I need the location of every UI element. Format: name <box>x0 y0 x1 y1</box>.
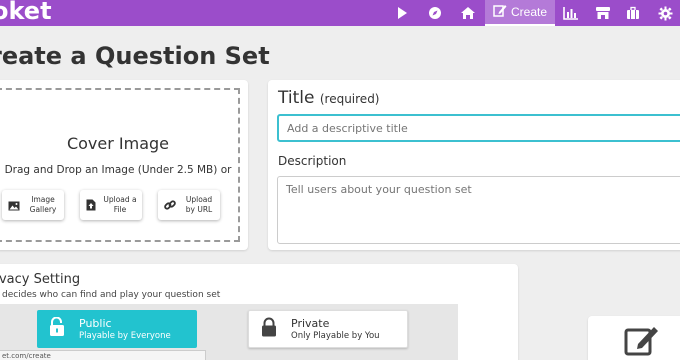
upload-file-label: Upload a File <box>103 195 137 214</box>
nav-create-tab[interactable]: Create <box>485 0 555 26</box>
image-icon <box>8 196 20 215</box>
edit-icon <box>624 324 660 360</box>
questions-card <box>588 316 680 360</box>
upload-file-button[interactable]: Upload a File <box>80 190 142 220</box>
play-icon[interactable] <box>391 0 413 26</box>
privacy-title: rivacy Setting <box>0 272 81 287</box>
status-bar-url: et.com/create <box>0 350 206 360</box>
unlock-icon <box>49 316 65 341</box>
gear-icon[interactable] <box>654 0 676 26</box>
privacy-public-option[interactable]: Public Playable by Everyone <box>37 310 197 348</box>
cover-image-card: Cover Image Drag and Drop an Image (Unde… <box>0 80 248 250</box>
image-gallery-button[interactable]: Image Gallery <box>2 190 64 220</box>
store-icon[interactable] <box>592 0 614 26</box>
cover-image-subtitle: Drag and Drop an Image (Under 2.5 MB) or <box>4 164 232 176</box>
privacy-public-subtitle: Playable by Everyone <box>79 330 171 341</box>
privacy-private-option[interactable]: Private Only Playable by You <box>248 310 408 348</box>
title-label: Title (required) <box>278 88 380 108</box>
privacy-setting-card: rivacy Setting is decides who can find a… <box>0 264 518 360</box>
privacy-public-title: Public <box>79 316 112 330</box>
cover-image-dropzone[interactable]: Cover Image Drag and Drop an Image (Unde… <box>0 88 240 242</box>
link-icon <box>164 196 176 215</box>
privacy-private-title: Private <box>291 316 330 330</box>
lock-icon <box>261 317 277 341</box>
title-label-text: Title <box>278 88 315 108</box>
top-nav-bar: oket Create <box>0 0 680 26</box>
title-required-text: (required) <box>319 92 380 106</box>
privacy-private-subtitle: Only Playable by You <box>291 330 380 341</box>
file-upload-icon <box>86 196 96 215</box>
title-input[interactable] <box>277 114 680 142</box>
logo[interactable]: oket <box>0 0 52 25</box>
upload-url-button[interactable]: Upload by URL <box>158 190 220 220</box>
image-gallery-label: Image Gallery <box>29 195 57 214</box>
edit-icon <box>493 4 507 20</box>
description-label: Description <box>278 154 347 168</box>
privacy-subtitle: is decides who can find and play your qu… <box>0 290 221 300</box>
home-icon[interactable] <box>457 0 479 26</box>
chart-icon[interactable] <box>560 0 582 26</box>
cover-image-title: Cover Image <box>66 134 170 153</box>
compass-icon[interactable] <box>424 0 446 26</box>
upload-url-label: Upload by URL <box>185 195 213 214</box>
briefcase-icon[interactable] <box>622 0 644 26</box>
question-set-info-card: Title (required) Description <box>268 80 680 250</box>
nav-create-label: Create <box>510 5 548 19</box>
description-input[interactable] <box>277 176 680 244</box>
page-title: reate a Question Set <box>0 42 270 70</box>
